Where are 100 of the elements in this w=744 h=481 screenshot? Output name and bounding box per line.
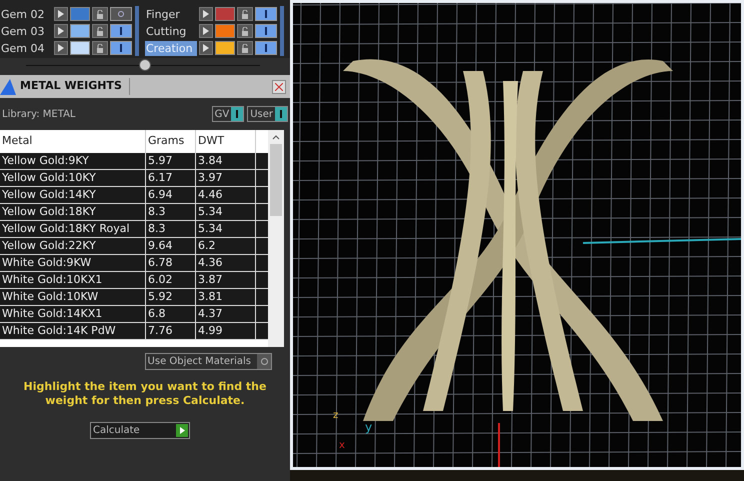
table-row[interactable]: White Gold:14KX1 6.8 4.37 bbox=[0, 306, 268, 323]
collapse-handle[interactable] bbox=[139, 59, 151, 71]
table-row[interactable]: White Gold:10KW 5.92 3.81 bbox=[0, 289, 268, 306]
table-cell: White Gold:10KW bbox=[0, 289, 146, 305]
instructions-text: Highlight the item you want to find the weight for then press Calculate. bbox=[22, 380, 268, 408]
expand-button[interactable] bbox=[199, 24, 213, 38]
table-row[interactable]: Yellow Gold:9KY 5.97 3.84 bbox=[0, 153, 268, 170]
table-cell: White Gold:14KX1 bbox=[0, 306, 146, 322]
cone-icon bbox=[0, 76, 16, 96]
play-icon bbox=[203, 44, 209, 52]
visibility-toggle[interactable] bbox=[110, 24, 132, 38]
expand-button[interactable] bbox=[199, 41, 213, 55]
table-cell: 5.34 bbox=[196, 221, 256, 237]
lock-icon bbox=[241, 26, 249, 36]
scrollbar-thumb[interactable] bbox=[270, 144, 282, 216]
expand-button[interactable] bbox=[54, 41, 68, 55]
library-label: Library: METAL bbox=[2, 108, 76, 122]
lock-icon bbox=[96, 10, 104, 18]
lock-icon bbox=[241, 44, 249, 52]
table-cell: Yellow Gold:9KY bbox=[0, 153, 146, 169]
axis-label: y bbox=[365, 421, 372, 433]
lock-button[interactable] bbox=[92, 41, 108, 55]
lock-icon bbox=[96, 44, 104, 52]
play-icon bbox=[203, 10, 209, 18]
library-toggle[interactable]: User bbox=[247, 106, 288, 122]
layer-name[interactable]: Cutting bbox=[145, 24, 197, 38]
library-toggle[interactable]: GV bbox=[212, 106, 244, 122]
table-cell: 6.8 bbox=[146, 306, 196, 322]
layer-name[interactable]: Gem 04 bbox=[0, 40, 52, 56]
close-button[interactable] bbox=[272, 80, 286, 94]
table-row[interactable]: Yellow Gold:18KY Royal 8.3 5.34 bbox=[0, 221, 268, 238]
lock-icon bbox=[96, 26, 104, 36]
table-cell: 3.81 bbox=[196, 289, 256, 305]
table-cell: Yellow Gold:18KY bbox=[0, 204, 146, 220]
axis-label: x bbox=[339, 441, 346, 451]
play-icon bbox=[58, 44, 64, 52]
play-icon bbox=[203, 27, 209, 35]
color-swatch[interactable] bbox=[215, 41, 235, 55]
table-cell: 6.17 bbox=[146, 170, 196, 186]
table-row[interactable]: Yellow Gold:10KY 6.17 3.97 bbox=[0, 170, 268, 187]
expand-button[interactable] bbox=[54, 7, 68, 21]
lock-button[interactable] bbox=[92, 7, 108, 21]
visibility-toggle[interactable] bbox=[255, 41, 277, 55]
lock-icon bbox=[241, 10, 249, 18]
table-row[interactable]: White Gold:14K PdW 7.76 4.99 bbox=[0, 323, 268, 340]
layer-name[interactable]: Finger bbox=[145, 6, 197, 22]
color-swatch[interactable] bbox=[70, 41, 90, 55]
3d-viewport[interactable]: z y x bbox=[290, 0, 744, 470]
play-icon bbox=[180, 427, 184, 434]
table-cell: Yellow Gold:18KY Royal bbox=[0, 221, 146, 237]
table-cell: 4.46 bbox=[196, 187, 256, 203]
table-cell: White Gold:10KX1 bbox=[0, 272, 146, 288]
table-cell: 4.36 bbox=[196, 255, 256, 271]
table-row[interactable]: Yellow Gold:18KY 8.3 5.34 bbox=[0, 204, 268, 221]
layer-name[interactable]: Gem 02 bbox=[0, 6, 52, 22]
layer-name[interactable]: Gem 03 bbox=[0, 24, 52, 38]
visibility-toggle[interactable] bbox=[255, 7, 277, 21]
color-swatch[interactable] bbox=[70, 7, 90, 21]
table-cell: Yellow Gold:14KY bbox=[0, 187, 146, 203]
visibility-toggle[interactable] bbox=[110, 41, 132, 55]
table-cell: 5.97 bbox=[146, 153, 196, 169]
table-cell: 5.92 bbox=[146, 289, 196, 305]
table-cell: 4.37 bbox=[196, 306, 256, 322]
expand-button[interactable] bbox=[199, 7, 213, 21]
table-cell: White Gold:9KW bbox=[0, 255, 146, 271]
table-cell: 6.2 bbox=[196, 238, 256, 254]
table-cell: 5.34 bbox=[196, 204, 256, 220]
play-icon bbox=[58, 10, 64, 18]
color-swatch[interactable] bbox=[70, 24, 90, 38]
table-cell: 4.99 bbox=[196, 323, 256, 339]
table-cell: 3.97 bbox=[196, 170, 256, 186]
color-swatch[interactable] bbox=[215, 7, 235, 21]
table-cell: 6.02 bbox=[146, 272, 196, 288]
visibility-toggle[interactable] bbox=[255, 24, 277, 38]
table-cell: 3.84 bbox=[196, 153, 256, 169]
lock-button[interactable] bbox=[92, 24, 108, 38]
lock-button[interactable] bbox=[237, 7, 253, 21]
close-icon bbox=[275, 82, 283, 90]
axis-label: z bbox=[333, 411, 340, 421]
table-cell: White Gold:14K PdW bbox=[0, 323, 146, 339]
use-object-materials-toggle[interactable]: Use Object Materials bbox=[144, 353, 272, 370]
color-swatch[interactable] bbox=[215, 24, 235, 38]
play-icon bbox=[58, 27, 64, 35]
table-row[interactable]: Yellow Gold:14KY 6.94 4.46 bbox=[0, 187, 268, 204]
table-row[interactable]: White Gold:9KW 6.78 4.36 bbox=[0, 255, 268, 272]
table-row[interactable]: White Gold:10KX1 6.02 3.87 bbox=[0, 272, 268, 289]
table-cell: 8.3 bbox=[146, 221, 196, 237]
panel-title: METAL WEIGHTS bbox=[20, 78, 130, 95]
scrollbar[interactable] bbox=[268, 130, 284, 347]
table-cell: 7.76 bbox=[146, 323, 196, 339]
calculate-button[interactable]: Calculate bbox=[90, 422, 190, 439]
visibility-toggle[interactable] bbox=[110, 7, 132, 21]
table-cell: 6.94 bbox=[146, 187, 196, 203]
table-row[interactable]: Yellow Gold:22KY 9.64 6.2 bbox=[0, 238, 268, 255]
lock-button[interactable] bbox=[237, 41, 253, 55]
table-cell: Yellow Gold:10KY bbox=[0, 170, 146, 186]
lock-button[interactable] bbox=[237, 24, 253, 38]
table-cell: Yellow Gold:22KY bbox=[0, 238, 146, 254]
expand-button[interactable] bbox=[54, 24, 68, 38]
table-cell: 3.87 bbox=[196, 272, 256, 288]
